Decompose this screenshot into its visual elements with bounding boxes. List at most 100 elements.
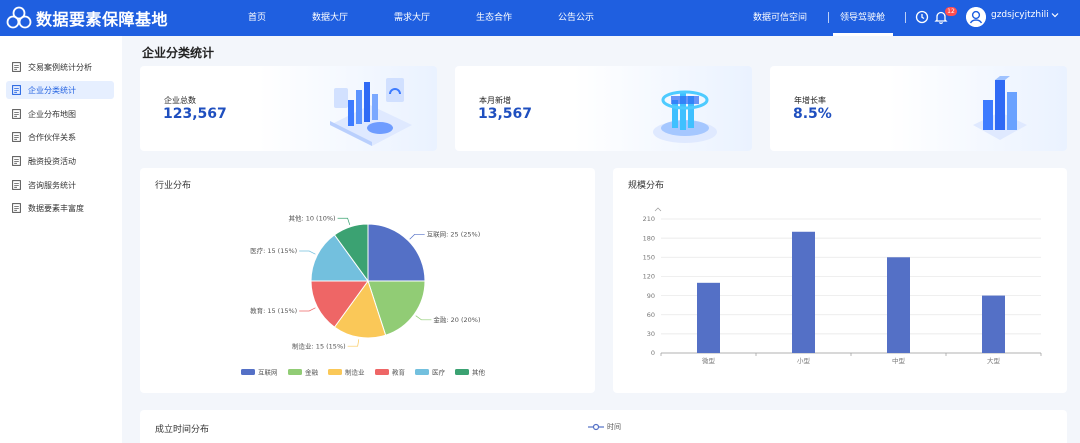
cube-illustration-icon xyxy=(973,76,1027,140)
legend-swatch[interactable] xyxy=(328,369,342,375)
document-icon xyxy=(12,180,21,190)
stat-label: 企业总数 xyxy=(164,96,196,105)
pie-slice-label: 互联网: 25 (25%) xyxy=(427,230,481,239)
legend-label[interactable]: 教育 xyxy=(392,367,406,376)
pie-slice-label: 其他: 10 (10%) xyxy=(288,213,335,222)
nav-ecosystem[interactable]: 生态合作 xyxy=(476,10,512,23)
document-icon xyxy=(12,156,21,166)
y-tick-label: 120 xyxy=(643,273,655,281)
legend-swatch[interactable] xyxy=(241,369,255,375)
sidebar-item-financing[interactable]: 融资投资活动 xyxy=(6,152,114,170)
sidebar-item-partners[interactable]: 合作伙伴关系 xyxy=(6,128,114,146)
x-tick-label: 微型 xyxy=(702,356,716,365)
clock-icon[interactable] xyxy=(914,9,930,25)
sidebar-item-label: 交易案例统计分析 xyxy=(28,63,92,72)
legend-label[interactable]: 其他 xyxy=(472,367,486,376)
y-tick-label: 90 xyxy=(647,292,655,300)
divider xyxy=(905,12,906,23)
app-title: 数据要素保障基地 xyxy=(36,10,169,29)
bar[interactable] xyxy=(697,282,720,353)
stat-card-total: 企业总数 123,567 xyxy=(140,66,437,151)
stat-label: 年增长率 xyxy=(794,96,826,105)
page-title: 企业分类统计 xyxy=(142,46,215,60)
document-icon xyxy=(12,132,21,142)
legend-label[interactable]: 互联网 xyxy=(258,367,278,376)
legend-swatch[interactable] xyxy=(455,369,469,375)
legend-line-icon xyxy=(588,423,604,431)
pie-label-line xyxy=(299,250,316,255)
stat-card-growth: 年增长率 8.5% xyxy=(770,66,1067,151)
sidebar-item-enterprise-classification[interactable]: 企业分类统计 xyxy=(6,81,114,99)
brand-logo-icon xyxy=(6,6,32,29)
pie-label-line xyxy=(299,307,316,312)
y-tick-label: 210 xyxy=(643,215,655,223)
stat-value: 13,567 xyxy=(478,106,533,122)
legend-swatch[interactable] xyxy=(415,369,429,375)
stat-label: 本月新增 xyxy=(479,96,511,105)
stat-card-monthly-new: 本月新增 13,567 xyxy=(455,66,752,151)
nav-home[interactable]: 首页 xyxy=(248,10,266,23)
sidebar-item-transaction-cases[interactable]: 交易案例统计分析 xyxy=(6,58,114,76)
sidebar-item-label: 咨询服务统计 xyxy=(28,181,76,190)
sidebar-item-data-richness[interactable]: 数据要素丰富度 xyxy=(6,199,114,217)
industry-pie-chart: 互联网: 25 (25%) 金融: 20 (20%) 制造业: 15 (15%) 教育… xyxy=(241,213,486,376)
legend-swatch[interactable] xyxy=(288,369,302,375)
document-icon xyxy=(12,109,21,119)
scale-distribution-panel: 规模分布 0 30 60 90 120 150 180 210 微型 小型 中型 大型 xyxy=(613,168,1067,393)
sidebar-item-label: 企业分类统计 xyxy=(28,86,76,95)
sidebar-item-label: 企业分布地图 xyxy=(28,110,76,119)
nav-data-hall[interactable]: 数据大厅 xyxy=(312,10,348,23)
sidebar: 交易案例统计分析 企业分类统计 企业分布地图 合作伙伴关系 融资投资活动 咨询服… xyxy=(0,36,122,443)
y-tick-label: 30 xyxy=(647,330,655,338)
stat-value: 8.5% xyxy=(793,106,832,122)
nav-demand-hall[interactable]: 需求大厅 xyxy=(394,10,430,23)
legend-label[interactable]: 医疗 xyxy=(432,367,446,376)
founding-time-panel: 成立时间分布 时间 xyxy=(140,410,1067,443)
x-tick-label: 小型 xyxy=(797,356,811,365)
panel-title: 成立时间分布 xyxy=(155,425,210,435)
sidebar-item-label: 数据要素丰富度 xyxy=(28,204,84,213)
industry-distribution-panel: 行业分布 互联网: 25 (25%) 金融: 20 (20%) 制造业: 15 (1… xyxy=(140,168,595,393)
pie-slice-label: 医疗: 15 (15%) xyxy=(250,246,297,255)
x-tick-label: 大型 xyxy=(987,356,1001,365)
pie-slice-label: 教育: 15 (15%) xyxy=(250,306,297,315)
bar[interactable] xyxy=(792,231,815,353)
legend-label: 时间 xyxy=(607,423,621,431)
y-tick-label: 0 xyxy=(651,349,655,357)
y-tick-label: 180 xyxy=(643,234,655,242)
document-icon xyxy=(12,62,21,72)
legend-label[interactable]: 制造业 xyxy=(345,367,365,376)
pie-slice[interactable] xyxy=(367,223,426,282)
document-icon xyxy=(12,85,21,95)
sidebar-item-distribution-map[interactable]: 企业分布地图 xyxy=(6,105,114,123)
pie-label-line xyxy=(347,339,360,347)
top-bar: 数据要素保障基地 首页 数据大厅 需求大厅 生态合作 公告公示 数据可信空间 领… xyxy=(0,0,1080,36)
database-illustration-icon xyxy=(653,90,717,143)
legend-label[interactable]: 金融 xyxy=(305,367,319,376)
brand[interactable]: 数据要素保障基地 xyxy=(6,6,168,30)
pie-label-line xyxy=(415,315,432,321)
chevron-down-icon[interactable] xyxy=(1050,10,1060,20)
notification-badge: 12 xyxy=(945,7,957,16)
pie-label-line xyxy=(337,217,351,225)
username[interactable]: gzdsjcyjtzhili xyxy=(991,10,1049,20)
nav-announcements[interactable]: 公告公示 xyxy=(558,10,594,23)
bar-chart-illustration-icon xyxy=(330,78,412,146)
nav-trusted-space[interactable]: 数据可信空间 xyxy=(753,10,807,23)
x-tick-label: 中型 xyxy=(892,356,906,365)
sidebar-item-label: 合作伙伴关系 xyxy=(28,133,76,142)
sidebar-item-label: 融资投资活动 xyxy=(28,157,76,166)
y-axis-arrow-icon xyxy=(654,207,662,212)
nav-leader-cockpit[interactable]: 领导驾驶舱 xyxy=(840,10,885,23)
bar[interactable] xyxy=(982,295,1005,353)
y-tick-label: 150 xyxy=(643,253,655,261)
pie-slice-label: 金融: 20 (20%) xyxy=(433,315,480,324)
bar[interactable] xyxy=(887,257,910,353)
pie-slice-label: 制造业: 15 (15%) xyxy=(292,341,346,350)
scale-bar-chart: 0 30 60 90 120 150 180 210 微型 小型 中型 大型 xyxy=(643,207,1042,365)
avatar[interactable] xyxy=(966,7,986,27)
stat-value: 123,567 xyxy=(163,106,227,122)
sidebar-item-consulting[interactable]: 咨询服务统计 xyxy=(6,176,114,194)
document-icon xyxy=(12,203,21,213)
legend-swatch[interactable] xyxy=(375,369,389,375)
